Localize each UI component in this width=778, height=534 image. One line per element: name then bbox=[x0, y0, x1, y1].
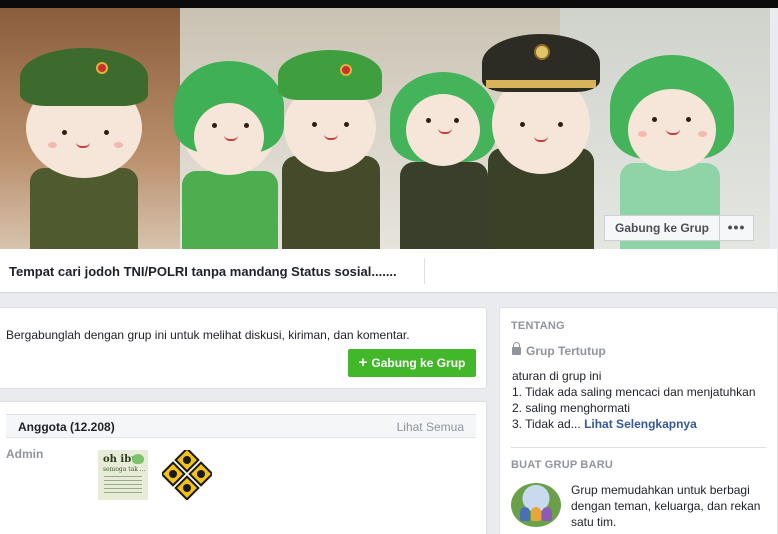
create-group-description: Grup memudahkan untuk berbagi dengan tem… bbox=[571, 483, 761, 529]
cover-photo: Gabung ke Grup ••• bbox=[0, 8, 770, 249]
rule-item: 2. saling menghormati bbox=[512, 401, 631, 415]
admin-label: Admin bbox=[6, 447, 44, 461]
group-rules: aturan di grup ini 1. Tidak ada saling m… bbox=[512, 368, 756, 432]
doll-figure bbox=[270, 48, 390, 249]
cover-actions: Gabung ke Grup ••• bbox=[603, 215, 754, 241]
about-sidebar: TENTANG Grup Tertutup aturan di grup ini… bbox=[499, 307, 778, 534]
plus-icon: + bbox=[358, 354, 368, 371]
more-options-button[interactable]: ••• bbox=[720, 215, 754, 241]
admin-avatar[interactable]: oh ibu semoga tak ... bbox=[98, 450, 148, 500]
lock-icon bbox=[512, 342, 521, 355]
rules-title: aturan di grup ini bbox=[512, 369, 602, 383]
members-card: Anggota (12.208) Lihat Semua Admin oh ib… bbox=[0, 401, 487, 534]
heart-icon bbox=[132, 454, 144, 464]
privacy-label: Grup Tertutup bbox=[526, 344, 606, 358]
doll-figure bbox=[476, 30, 606, 249]
admin-avatar[interactable] bbox=[162, 450, 212, 500]
join-group-button-label: Gabung ke Grup bbox=[371, 356, 466, 370]
members-count: Anggota (12.208) bbox=[18, 420, 115, 434]
divider bbox=[424, 258, 425, 284]
about-section-title: TENTANG bbox=[511, 320, 565, 332]
members-header: Anggota (12.208) Lihat Semua bbox=[6, 414, 476, 438]
top-bar bbox=[0, 0, 778, 8]
avatar-subtext: semoga tak ... bbox=[103, 466, 146, 473]
privacy-row: Grup Tertutup bbox=[512, 342, 606, 358]
group-header: Tempat cari jodoh TNI/POLRI tanpa mandan… bbox=[0, 249, 777, 293]
rule-item: 1. Tidak ada saling mencaci dan menjatuh… bbox=[512, 385, 756, 399]
create-group-section-title: BUAT GRUP BARU bbox=[511, 459, 614, 471]
group-title: Tempat cari jodoh TNI/POLRI tanpa mandan… bbox=[9, 264, 397, 279]
rule-item: 3. Tidak ad... Lihat Selengkapnya bbox=[512, 417, 697, 431]
see-more-link[interactable]: Lihat Selengkapnya bbox=[584, 417, 697, 431]
group-people-icon bbox=[511, 483, 561, 527]
join-group-card: Bergabunglah dengan grup ini untuk melih… bbox=[0, 307, 487, 389]
cover-join-group-button[interactable]: Gabung ke Grup bbox=[603, 215, 720, 241]
divider bbox=[511, 447, 766, 448]
doll-figure bbox=[8, 38, 158, 249]
join-message: Bergabunglah dengan grup ini untuk melih… bbox=[6, 328, 410, 342]
see-all-members-link[interactable]: Lihat Semua bbox=[397, 420, 464, 434]
join-group-button[interactable]: + Gabung ke Grup bbox=[348, 349, 476, 377]
ellipsis-icon: ••• bbox=[727, 219, 746, 235]
